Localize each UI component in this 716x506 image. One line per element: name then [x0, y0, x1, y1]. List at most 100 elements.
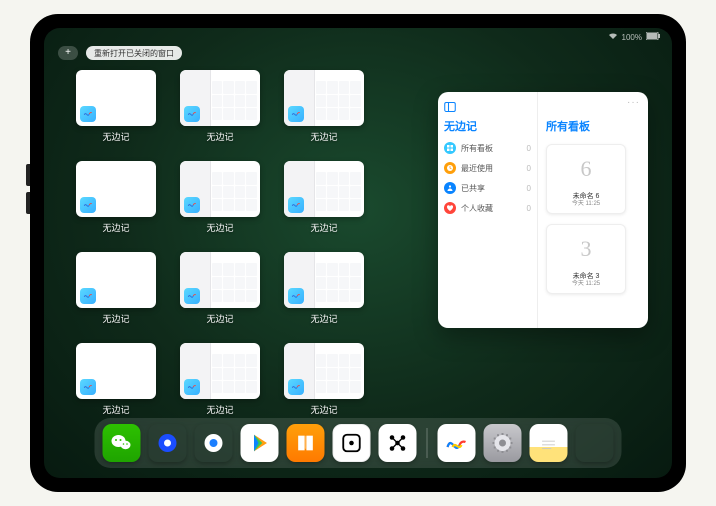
- screen: 100% + 重新打开已关闭的窗口 无边记无边记无边记无边记无边记无边记无边记无…: [44, 28, 672, 478]
- board-meta: 未命名 6今天 11:25: [551, 192, 621, 209]
- status-bar: 100%: [608, 32, 660, 42]
- popover-item-grid[interactable]: 所有看板 0: [444, 142, 531, 154]
- ipad-frame: 100% + 重新打开已关闭的窗口 无边记无边记无边记无边记无边记无边记无边记无…: [30, 14, 686, 492]
- app-window-label: 无边记: [102, 312, 129, 325]
- popover-item-label: 最近使用: [461, 163, 493, 174]
- board-meta: 未命名 3今天 11:25: [551, 272, 621, 289]
- popover-item-label: 所有看板: [461, 143, 493, 154]
- dock-app-app-library[interactable]: [576, 424, 614, 462]
- board-card[interactable]: 6 未命名 6今天 11:25: [546, 144, 626, 214]
- app-window-label: 无边记: [102, 221, 129, 234]
- window-thumbnail[interactable]: [284, 343, 364, 399]
- app-window-label: 无边记: [206, 312, 233, 325]
- freeform-icon: [184, 288, 200, 304]
- board-sketch: 3: [566, 229, 606, 269]
- app-window-label: 无边记: [310, 312, 337, 325]
- app-window-label: 无边记: [102, 130, 129, 143]
- popover-title: 无边记: [444, 118, 531, 134]
- board-sketch: 6: [566, 149, 606, 189]
- app-window-label: 无边记: [206, 130, 233, 143]
- app-window[interactable]: 无边记: [180, 252, 260, 325]
- freeform-popover: ··· 无边记 所有看板 0 最近使用 0 已共享 0 个人收藏 0 所有看板 6 未命名 6今…: [438, 92, 648, 328]
- popover-category-list: 所有看板 0 最近使用 0 已共享 0 个人收藏 0: [444, 142, 531, 214]
- popover-item-count: 0: [527, 144, 531, 153]
- window-thumbnail[interactable]: [76, 70, 156, 126]
- dock-app-books[interactable]: [287, 424, 325, 462]
- window-thumbnail[interactable]: [76, 252, 156, 308]
- popover-item-heart[interactable]: 个人收藏 0: [444, 202, 531, 214]
- freeform-icon: [80, 288, 96, 304]
- app-window[interactable]: 无边记: [76, 343, 156, 416]
- window-thumbnail[interactable]: [180, 343, 260, 399]
- dock-app-freeform[interactable]: [438, 424, 476, 462]
- battery-pct: 100%: [622, 33, 642, 42]
- app-window[interactable]: 无边记: [284, 252, 364, 325]
- app-window-label: 无边记: [206, 403, 233, 416]
- window-thumbnail[interactable]: [180, 252, 260, 308]
- app-window-label: 无边记: [310, 403, 337, 416]
- freeform-icon: [288, 106, 304, 122]
- freeform-icon: [80, 197, 96, 213]
- add-window-button[interactable]: +: [58, 46, 78, 60]
- dock-app-play[interactable]: [241, 424, 279, 462]
- popover-item-count: 0: [527, 164, 531, 173]
- dock-app-quark[interactable]: [149, 424, 187, 462]
- popover-item-label: 已共享: [461, 183, 485, 194]
- popover-item-count: 0: [527, 184, 531, 193]
- freeform-icon: [184, 379, 200, 395]
- wifi-icon: [608, 32, 618, 42]
- app-window[interactable]: 无边记: [76, 252, 156, 325]
- window-thumbnail[interactable]: [180, 161, 260, 217]
- window-thumbnail[interactable]: [76, 161, 156, 217]
- app-window[interactable]: 无边记: [180, 343, 260, 416]
- app-window[interactable]: 无边记: [284, 70, 364, 143]
- window-thumbnail[interactable]: [284, 252, 364, 308]
- freeform-icon: [80, 379, 96, 395]
- board-card[interactable]: 3 未命名 3今天 11:25: [546, 224, 626, 294]
- window-thumbnail[interactable]: [284, 161, 364, 217]
- popover-item-share[interactable]: 已共享 0: [444, 182, 531, 194]
- popover-item-label: 个人收藏: [461, 203, 493, 214]
- window-thumbnail[interactable]: [284, 70, 364, 126]
- board-cards: 6 未命名 6今天 11:25 3 未命名 3今天 11:25: [546, 144, 640, 294]
- more-icon[interactable]: ···: [627, 97, 640, 108]
- heart-icon: [444, 202, 456, 214]
- dock-app-settings[interactable]: [484, 424, 522, 462]
- reopen-closed-window-button[interactable]: 重新打开已关闭的窗口: [86, 46, 182, 60]
- app-window[interactable]: 无边记: [284, 343, 364, 416]
- share-icon: [444, 182, 456, 194]
- dock-separator: [427, 428, 428, 458]
- app-window[interactable]: 无边记: [180, 70, 260, 143]
- clock-icon: [444, 162, 456, 174]
- app-window[interactable]: 无边记: [284, 161, 364, 234]
- popover-content: 所有看板 6 未命名 6今天 11:25 3 未命名 3今天 11:25: [538, 92, 648, 328]
- app-window[interactable]: 无边记: [180, 161, 260, 234]
- freeform-icon: [288, 197, 304, 213]
- volume-down-button[interactable]: [26, 192, 30, 214]
- app-window-label: 无边记: [310, 130, 337, 143]
- app-window[interactable]: 无边记: [76, 161, 156, 234]
- popover-right-title: 所有看板: [546, 118, 640, 134]
- volume-up-button[interactable]: [26, 164, 30, 186]
- freeform-icon: [184, 197, 200, 213]
- dock-app-dice[interactable]: [333, 424, 371, 462]
- app-window-label: 无边记: [310, 221, 337, 234]
- popover-item-clock[interactable]: 最近使用 0: [444, 162, 531, 174]
- dock-app-notes[interactable]: [530, 424, 568, 462]
- app-window[interactable]: 无边记: [76, 70, 156, 143]
- freeform-icon: [80, 106, 96, 122]
- window-thumbnail[interactable]: [180, 70, 260, 126]
- dock-app-wechat[interactable]: [103, 424, 141, 462]
- app-switcher-grid: 无边记无边记无边记无边记无边记无边记无边记无边记无边记无边记无边记无边记: [76, 70, 416, 416]
- freeform-icon: [184, 106, 200, 122]
- popover-sidebar: 无边记 所有看板 0 最近使用 0 已共享 0 个人收藏 0: [438, 92, 538, 328]
- top-bar: + 重新打开已关闭的窗口: [58, 46, 182, 60]
- sidebar-toggle-icon[interactable]: [444, 100, 531, 114]
- freeform-icon: [288, 379, 304, 395]
- dock-app-qqbrowser[interactable]: [195, 424, 233, 462]
- freeform-icon: [288, 288, 304, 304]
- dock: [95, 418, 622, 468]
- popover-item-count: 0: [527, 204, 531, 213]
- dock-app-node[interactable]: [379, 424, 417, 462]
- window-thumbnail[interactable]: [76, 343, 156, 399]
